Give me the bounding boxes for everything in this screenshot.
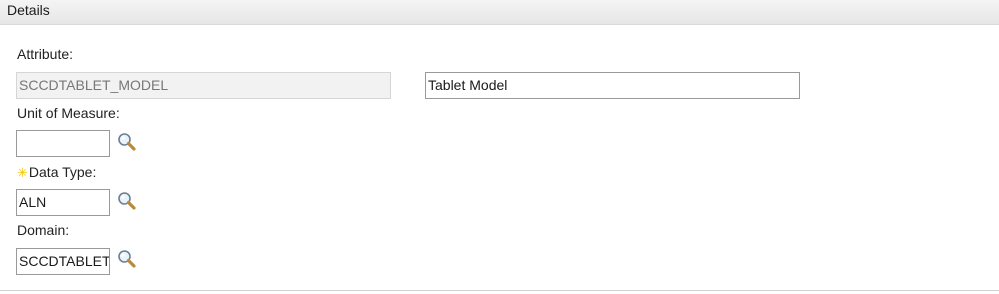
attribute-field: SCCDTABLET_MODEL — [16, 72, 391, 99]
unit-of-measure-field[interactable] — [16, 130, 110, 157]
domain-label: Domain: — [17, 222, 70, 238]
unit-of-measure-label: Unit of Measure: — [17, 105, 120, 121]
data-type-lookup-icon[interactable] — [117, 191, 137, 211]
details-section-header[interactable]: Details — [0, 0, 999, 25]
domain-lookup-icon[interactable] — [117, 249, 137, 269]
data-type-label: Data Type: — [28, 164, 97, 180]
data-type-field[interactable]: ALN — [16, 189, 110, 216]
required-marker-icon: ✳ — [17, 165, 28, 180]
attribute-description-field[interactable]: Tablet Model — [425, 72, 800, 99]
section-title: Details — [7, 2, 50, 18]
unit-of-measure-lookup-icon[interactable] — [117, 132, 137, 152]
domain-field[interactable]: SCCDTABLET — [16, 248, 110, 275]
data-type-label-row: ✳Data Type: — [17, 164, 96, 181]
attribute-label: Attribute: — [17, 46, 74, 62]
section-divider — [0, 290, 999, 291]
